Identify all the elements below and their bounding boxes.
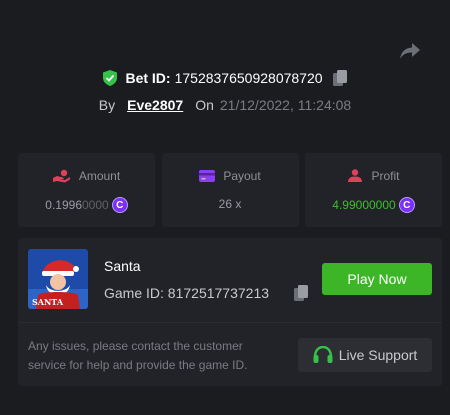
stats-row: Amount 0.19960000 C Payout 26 x Profit bbox=[18, 153, 442, 227]
coin-icon: C bbox=[111, 197, 128, 213]
amount-label: Amount bbox=[78, 169, 121, 183]
copy-icon[interactable] bbox=[294, 285, 308, 301]
game-card: SANTA Santa Game ID: 8172517737213 Play … bbox=[18, 238, 442, 386]
payout-value: 26 x bbox=[218, 197, 242, 211]
bet-header: Bet ID: 1752837650928078720 bbox=[0, 70, 450, 86]
profit-value-padding: 000000 bbox=[355, 198, 396, 212]
by-label: By bbox=[98, 97, 116, 113]
card-icon bbox=[199, 170, 216, 182]
play-now-button[interactable]: Play Now bbox=[322, 263, 432, 295]
bet-id-label: Bet ID: bbox=[125, 70, 171, 86]
profit-label: Profit bbox=[371, 169, 400, 183]
bet-id-value: 1752837650928078720 bbox=[174, 70, 323, 86]
bet-date: 21/12/2022, 11:24:08 bbox=[219, 97, 352, 113]
amount-value: 0.1996 bbox=[45, 198, 82, 212]
divider bbox=[18, 322, 442, 323]
live-support-label: Live Support bbox=[338, 347, 418, 363]
live-support-button[interactable]: Live Support bbox=[298, 338, 432, 372]
svg-text:SANTA: SANTA bbox=[32, 297, 64, 307]
share-icon[interactable] bbox=[399, 41, 421, 61]
bet-meta: By Eve2807 On 21/12/2022, 11:24:08 bbox=[0, 97, 450, 113]
profit-value: 4.99 bbox=[332, 198, 356, 212]
amount-value-padding: 0000 bbox=[82, 198, 109, 212]
game-name: Santa bbox=[104, 258, 141, 274]
copy-icon[interactable] bbox=[332, 70, 347, 86]
support-message: Any issues, please contact the customer … bbox=[28, 339, 248, 372]
on-label: On bbox=[195, 97, 214, 113]
headset-icon bbox=[313, 346, 333, 363]
profit-person-icon bbox=[348, 169, 363, 182]
game-id: Game ID: 8172517737213 bbox=[104, 285, 269, 301]
shield-check-icon bbox=[103, 70, 118, 86]
payout-card: Payout 26 x bbox=[161, 153, 299, 227]
payout-label: Payout bbox=[223, 169, 261, 183]
game-id-label: Game ID: bbox=[104, 285, 164, 301]
profit-card: Profit 4.99 000000 C bbox=[305, 153, 442, 227]
game-thumbnail[interactable]: SANTA bbox=[28, 249, 88, 309]
game-id-value: 8172517737213 bbox=[167, 285, 270, 301]
username-link[interactable]: Eve2807 bbox=[127, 97, 183, 113]
amount-card: Amount 0.1996 0000 C bbox=[18, 153, 155, 227]
coin-icon: C bbox=[398, 197, 415, 213]
hand-coin-icon bbox=[52, 169, 70, 183]
